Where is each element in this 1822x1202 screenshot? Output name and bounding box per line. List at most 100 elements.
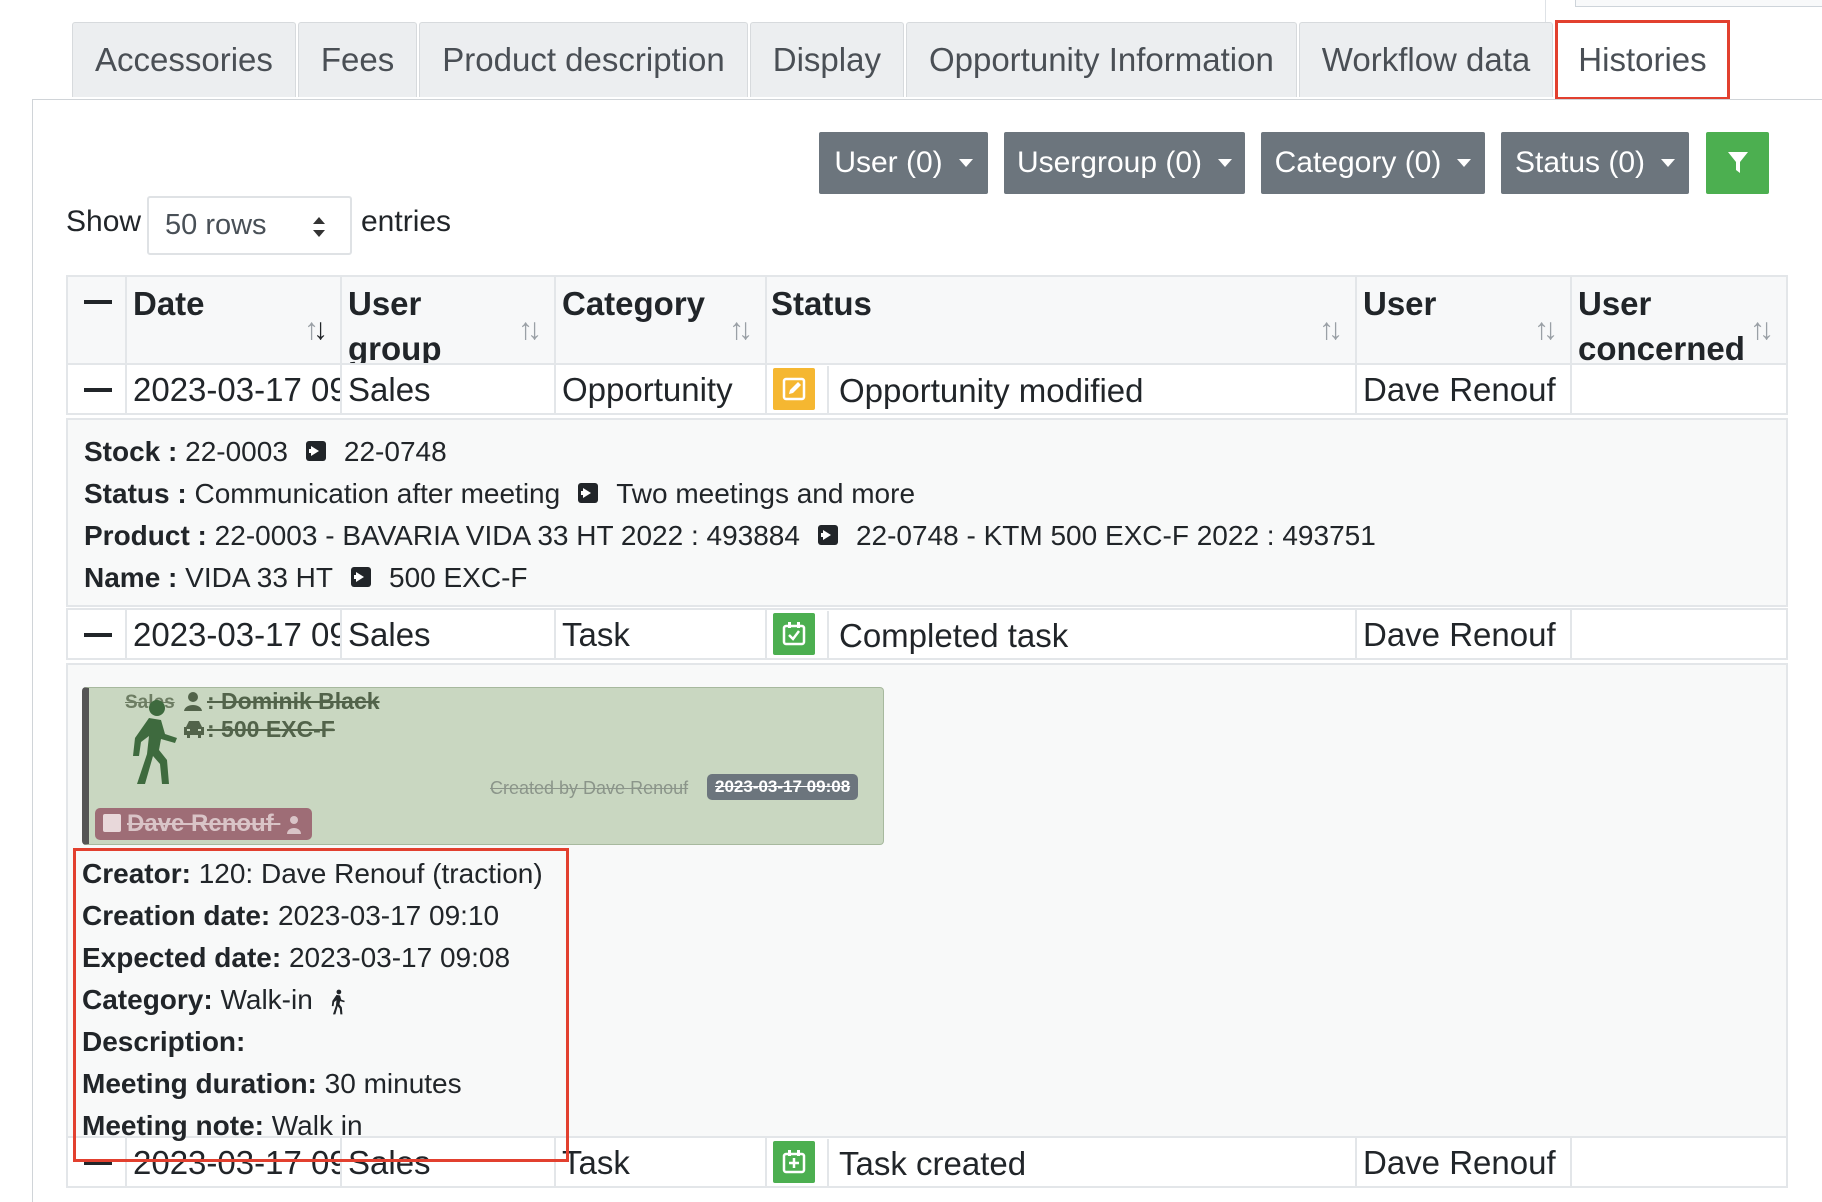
task-info-category-value: Walk-in [220,984,313,1015]
header-user-concerned[interactable]: User concerned ↑↓ [1570,275,1788,367]
change-stock: Stock : 22-0003 22-0748 [84,436,447,468]
change-name-label: Name : [84,562,178,593]
task-info-duration-value: 30 minutes [324,1068,462,1099]
category-filter-button[interactable]: Category (0) [1261,132,1485,194]
task-info-expected-value: 2023-03-17 09:08 [288,942,511,973]
car-icon [184,721,204,738]
usergroup-filter-label: Usergroup (0) [1016,146,1203,179]
edit-icon [773,368,815,410]
header-user-group-line1: User [348,285,422,322]
arrow-right-icon [305,440,326,461]
minus-icon [84,300,112,304]
change-status-label: Status : [84,478,187,509]
change-status-from: Communication after meeting [194,478,561,509]
row-user-concerned [1570,608,1788,660]
task-info-description-label: Description: [82,1026,246,1057]
header-user[interactable]: User ↑↓ [1355,275,1572,365]
sort-icon: ↑↓ [1534,313,1558,346]
header-toggle[interactable] [66,275,127,365]
row-status: Task created [765,1136,1357,1188]
sort-icon: ↑↓ [518,313,542,346]
header-user-group[interactable]: User group ↑↓ [340,275,556,367]
minus-icon [84,388,112,392]
row-user: Dave Renouf [1355,608,1572,660]
header-user-concerned-line2: concerned [1578,330,1745,367]
tab-product-description[interactable]: Product description [419,22,748,97]
task-info-creator: Creator: 120: Dave Renouf (traction) [82,858,543,890]
header-status[interactable]: Status ↑↓ [765,275,1357,365]
top-divider [1545,0,1546,22]
tab-fees[interactable]: Fees [297,22,418,97]
row-date: 2023-03-17 09: [125,608,342,660]
usergroup-filter-button[interactable]: Usergroup (0) [1004,132,1245,194]
row-date: 2023-03-17 09: [125,363,342,415]
status-filter-button[interactable]: Status (0) [1501,132,1689,194]
rows-per-page-select[interactable]: 50 rows [147,196,352,255]
header-user-concerned-label: User concerned [1578,281,1745,371]
walking-person-icon [133,700,177,784]
change-product-label: Product : [84,520,207,551]
task-info-creator-label: Creator: [82,858,191,889]
row-user: Dave Renouf [1355,1136,1572,1188]
sort-desc-icon: ↑↓ [304,313,328,346]
row-category: Opportunity [554,363,767,415]
header-date-label: Date [133,285,205,322]
header-user-group-label: User group [348,281,441,371]
task-info-note-value: Walk in [271,1110,363,1141]
task-info-creator-value: 120: Dave Renouf (traction) [198,858,543,889]
header-category[interactable]: Category ↑↓ [554,275,767,365]
task-card-assignee-badge: Dave Renouf [95,808,313,840]
task-info-creation-label: Creation date: [82,900,271,931]
sort-icon: ↑↓ [1319,313,1343,346]
task-info-creation-value: 2023-03-17 09:10 [278,900,500,931]
header-user-label: User [1363,285,1437,322]
header-date[interactable]: Date ↑↓ [125,275,342,365]
category-filter-label: Category (0) [1274,146,1442,179]
task-card-assignee: Dave Renouf [127,810,274,837]
header-category-label: Category [562,285,706,322]
change-stock-to: 22-0748 [343,436,447,467]
row-collapse-toggle[interactable] [66,608,127,660]
task-info-duration: Meeting duration: 30 minutes [82,1068,462,1100]
caret-down-icon [1661,159,1676,167]
task-info-expected-label: Expected date: [82,942,282,973]
task-info-note-label: Meeting note: [82,1110,264,1141]
row-status-text: Completed task [827,611,1068,658]
tab-display[interactable]: Display [749,22,904,97]
sort-icon: ↑↓ [729,313,753,346]
tab-accessories[interactable]: Accessories [72,22,296,97]
row-category: Task [554,608,767,660]
status-filter-label: Status (0) [1514,146,1646,179]
task-card[interactable]: Sales : Dominik Black : 500 EXC-F Create… [82,687,884,845]
walking-person-icon [331,989,345,1015]
tab-histories[interactable]: Histories [1555,20,1730,100]
row-user: Dave Renouf [1355,363,1572,415]
row-collapse-toggle[interactable] [66,363,127,415]
apply-filter-button[interactable] [1706,132,1769,194]
arrow-right-icon [578,482,599,503]
change-product-to: 22-0748 - KTM 500 EXC-F 2022 : 493751 [855,520,1376,551]
tab-workflow-data[interactable]: Workflow data [1298,22,1554,97]
task-card-date-badge: 2023-03-17 09:08 [707,774,859,800]
select-arrows-icon [313,217,325,237]
task-info-creation-date: Creation date: 2023-03-17 09:10 [82,900,499,932]
user-icon [184,692,202,711]
task-info-description: Description: [82,1026,245,1058]
user-filter-label: User (0) [834,146,943,179]
header-user-group-line2: group [348,330,442,367]
task-info-category-label: Category: [82,984,213,1015]
row-status-text: Task created [827,1139,1026,1186]
checkbox-icon [103,813,121,832]
row-status: Opportunity modified [765,363,1357,415]
task-info-expected-date: Expected date: 2023-03-17 09:08 [82,942,510,974]
caret-down-icon [1218,159,1233,167]
tab-opportunity-information[interactable]: Opportunity Information [905,22,1297,97]
change-status: Status : Communication after meeting Two … [84,478,915,510]
arrow-right-icon [817,524,838,545]
change-product-from: 22-0003 - BAVARIA VIDA 33 HT 2022 : 4938… [214,520,800,551]
caret-down-icon [958,159,973,167]
row-user-concerned [1570,1136,1788,1188]
caret-down-icon [1457,159,1472,167]
user-filter-button[interactable]: User (0) [819,132,988,194]
task-info-duration-label: Meeting duration: [82,1068,317,1099]
